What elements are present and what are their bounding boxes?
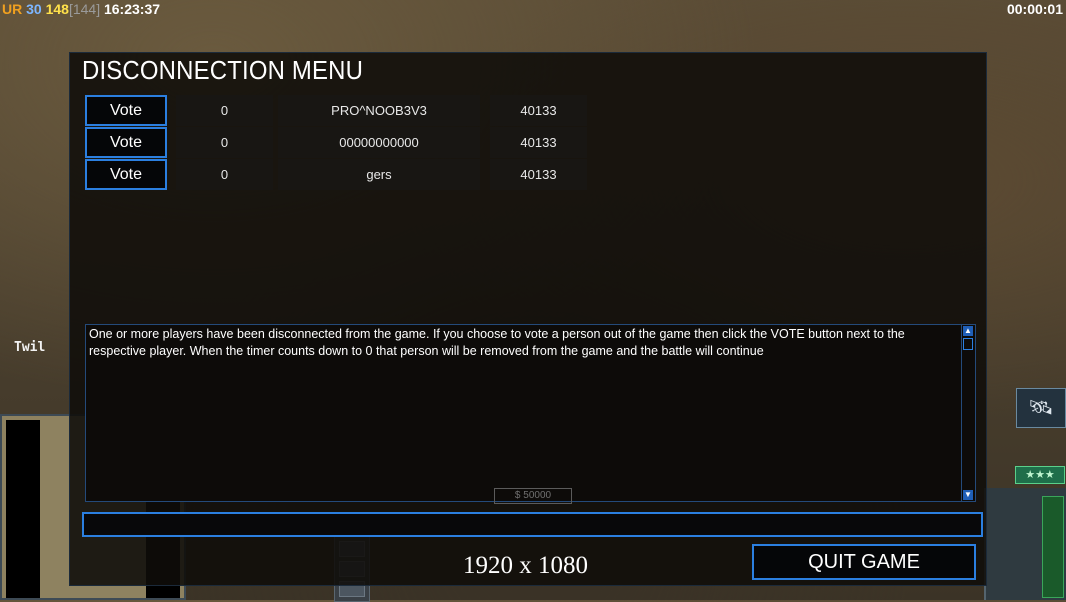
resource-bar: UR 30 148[144] 16:23:37 [2,1,160,17]
player-label: Twil [14,340,46,355]
quit-game-button[interactable]: QUIT GAME [752,544,976,580]
rank-stars: ★★★ [1015,466,1065,484]
elapsed-timer: 00:00:01 [1006,1,1063,17]
vote-button[interactable]: Vote [85,159,167,190]
credits-max: [144] [68,1,101,17]
vote-button[interactable]: Vote [85,95,167,126]
player-name: 00000000000 [278,127,480,158]
power-value: 30 [26,1,42,17]
resolution-overlay: 1920 x 1080 [463,552,588,579]
clock: 16:23:37 [103,1,161,17]
scroll-down-icon[interactable]: ▼ [963,490,973,500]
vote-timer: 0 [176,127,273,158]
faction-code: UR [2,1,23,17]
message-scrollbar[interactable]: ▲ ▼ [961,325,975,501]
credits-value: 148 [45,1,69,17]
power-panel [984,488,1066,600]
chat-input[interactable] [82,512,983,537]
satellite-icon[interactable]: 🛰 [1016,388,1066,428]
dialog-title: DISCONNECTION MENU [82,55,364,85]
message-log[interactable]: One or more players have been disconnect… [85,324,976,502]
player-name: PRO^NOOB3V3 [278,95,480,126]
money-display: $ 50000 [494,488,572,504]
scroll-up-icon[interactable]: ▲ [963,326,973,336]
vote-timer: 0 [176,95,273,126]
disconnect-message: One or more players have been disconnect… [89,327,905,358]
disconnection-dialog: DISCONNECTION MENU Vote 0 PRO^NOOB3V3 40… [69,52,987,586]
minimap-bar-left [6,420,40,598]
top-hud: UR 30 148[144] 16:23:37 00:00:01 [0,0,1066,18]
player-ping: 40133 [490,95,587,126]
vote-button[interactable]: Vote [85,127,167,158]
player-ping: 40133 [490,159,587,190]
player-name: gers [278,159,480,190]
power-meter [1042,496,1064,598]
player-ping: 40133 [490,127,587,158]
vote-timer: 0 [176,159,273,190]
scroll-thumb[interactable] [963,338,973,350]
